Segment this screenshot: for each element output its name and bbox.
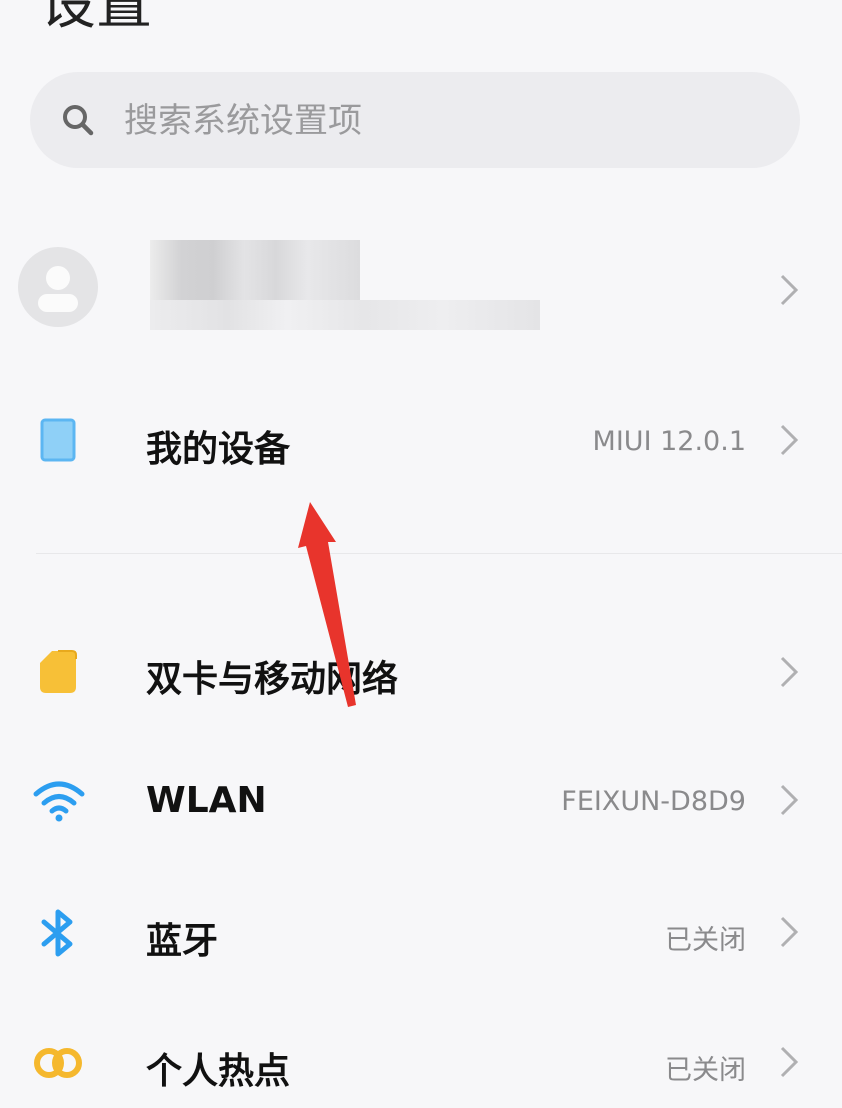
hotspot-icon — [34, 1048, 82, 1078]
account-row[interactable] — [0, 230, 842, 350]
account-info-blurred — [150, 300, 540, 330]
chevron-right-icon — [780, 1046, 799, 1078]
row-value: FEIXUN-D8D9 — [561, 786, 746, 817]
wifi-icon — [33, 781, 85, 822]
chevron-right-icon — [780, 424, 799, 456]
chevron-right-icon — [780, 656, 799, 688]
settings-row-sim-network[interactable]: 双卡与移动网络 — [0, 632, 842, 712]
settings-row-hotspot[interactable]: 个人热点 已关闭 — [0, 1022, 842, 1102]
account-name-blurred — [150, 240, 360, 300]
row-label: WLAN — [146, 780, 267, 821]
row-label: 双卡与移动网络 — [146, 659, 399, 700]
page-title: 设置 — [40, 0, 152, 37]
row-value: 已关闭 — [665, 925, 746, 956]
chevron-right-icon — [780, 784, 799, 816]
search-input[interactable] — [122, 90, 766, 152]
avatar — [18, 247, 98, 327]
bluetooth-icon — [41, 909, 73, 957]
row-label: 我的设备 — [146, 429, 291, 470]
search-icon — [63, 105, 94, 136]
settings-row-wlan[interactable]: WLAN FEIXUN-D8D9 — [0, 760, 842, 840]
sim-card-icon — [40, 650, 77, 693]
row-label: 蓝牙 — [146, 921, 219, 962]
chevron-right-icon — [780, 274, 799, 306]
chevron-right-icon — [780, 916, 799, 948]
settings-row-my-device[interactable]: 我的设备 MIUI 12.0.1 — [0, 400, 842, 480]
row-value: 已关闭 — [665, 1055, 746, 1086]
settings-row-bluetooth[interactable]: 蓝牙 已关闭 — [0, 892, 842, 972]
section-divider — [36, 553, 842, 554]
avatar-icon — [38, 266, 78, 312]
row-label: 个人热点 — [146, 1051, 291, 1092]
row-value: MIUI 12.0.1 — [592, 426, 746, 457]
device-icon — [40, 418, 76, 462]
search-bar[interactable] — [30, 72, 800, 168]
